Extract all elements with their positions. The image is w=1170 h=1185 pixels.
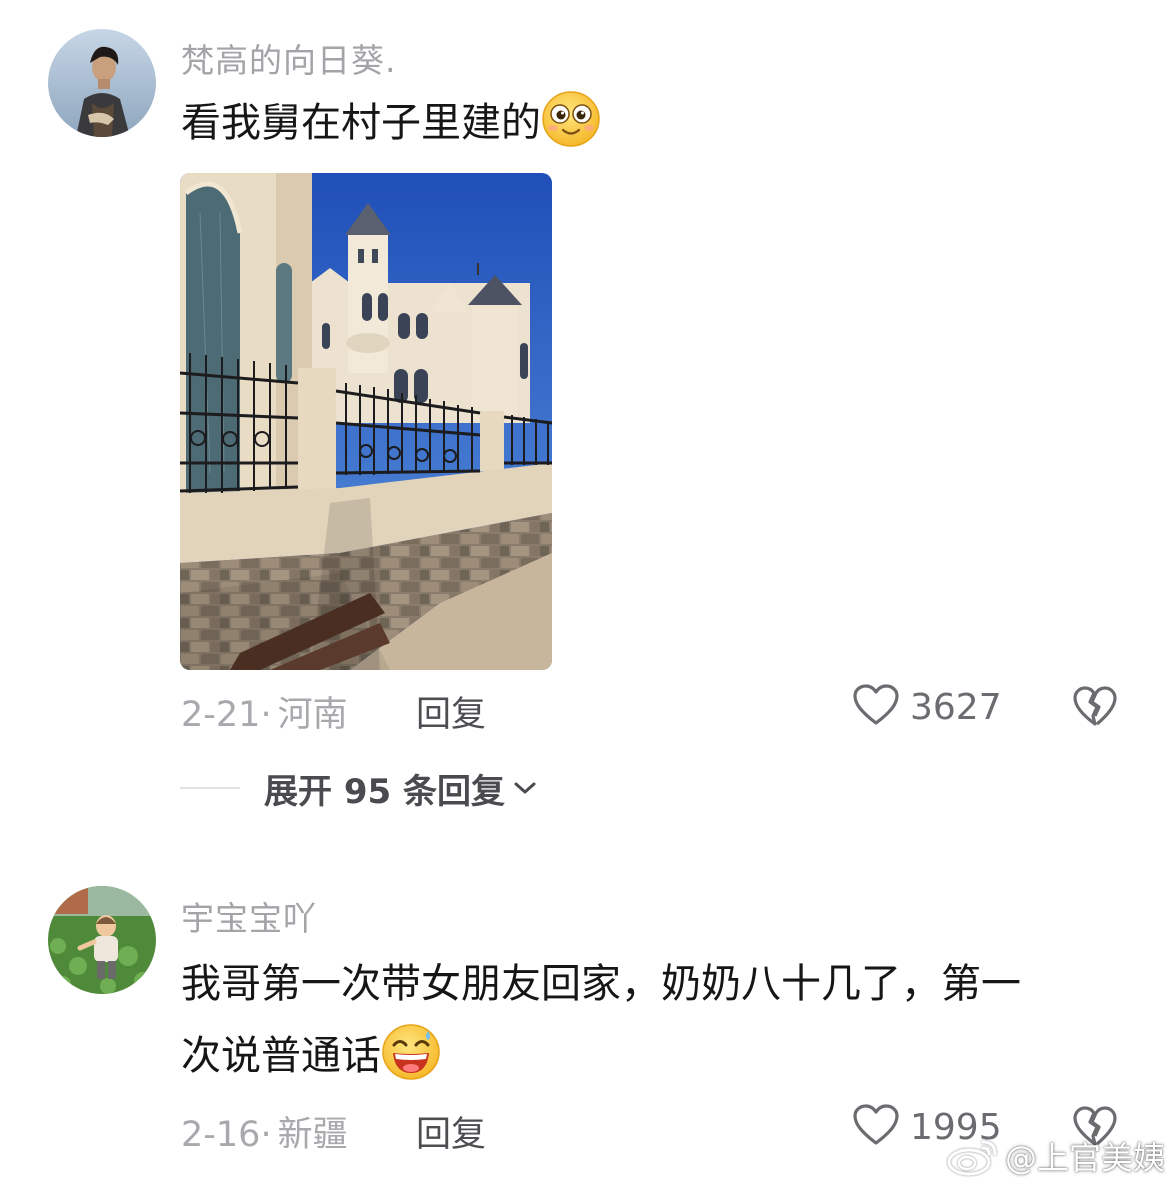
comment-meta: 2-16· 新疆 xyxy=(181,1106,348,1157)
watermark: @上官美姨 xyxy=(945,1134,1165,1178)
comment-location: 新疆 xyxy=(277,1115,348,1155)
meta-separator: · xyxy=(260,1115,272,1155)
grinning-emoji-icon xyxy=(381,1023,441,1081)
comment-2: 宇宝宝吖 我哥第一次带女朋友回家，奶奶八十几了，第一 次说普通话 2-16· 新… xyxy=(0,0,1170,1185)
comment-text-line-1: 我哥第一次带女朋友回家，奶奶八十几了，第一 xyxy=(181,961,1021,1007)
comment-text-line-2: 次说普通话 xyxy=(181,1033,381,1079)
comment-text: 我哥第一次带女朋友回家，奶奶八十几了，第一 次说普通话 xyxy=(181,948,1111,1092)
reply-button[interactable]: 回复 xyxy=(416,1106,486,1157)
watermark-text: @上官美姨 xyxy=(1005,1139,1166,1177)
weibo-icon xyxy=(947,1140,997,1176)
username[interactable]: 宇宝宝吖 xyxy=(181,892,317,940)
comment-date: 2-16 xyxy=(181,1115,261,1155)
heart-icon xyxy=(852,1103,900,1151)
comment-text-line-2-wrap: 次说普通话 xyxy=(181,1020,1111,1092)
avatar[interactable] xyxy=(48,886,156,994)
